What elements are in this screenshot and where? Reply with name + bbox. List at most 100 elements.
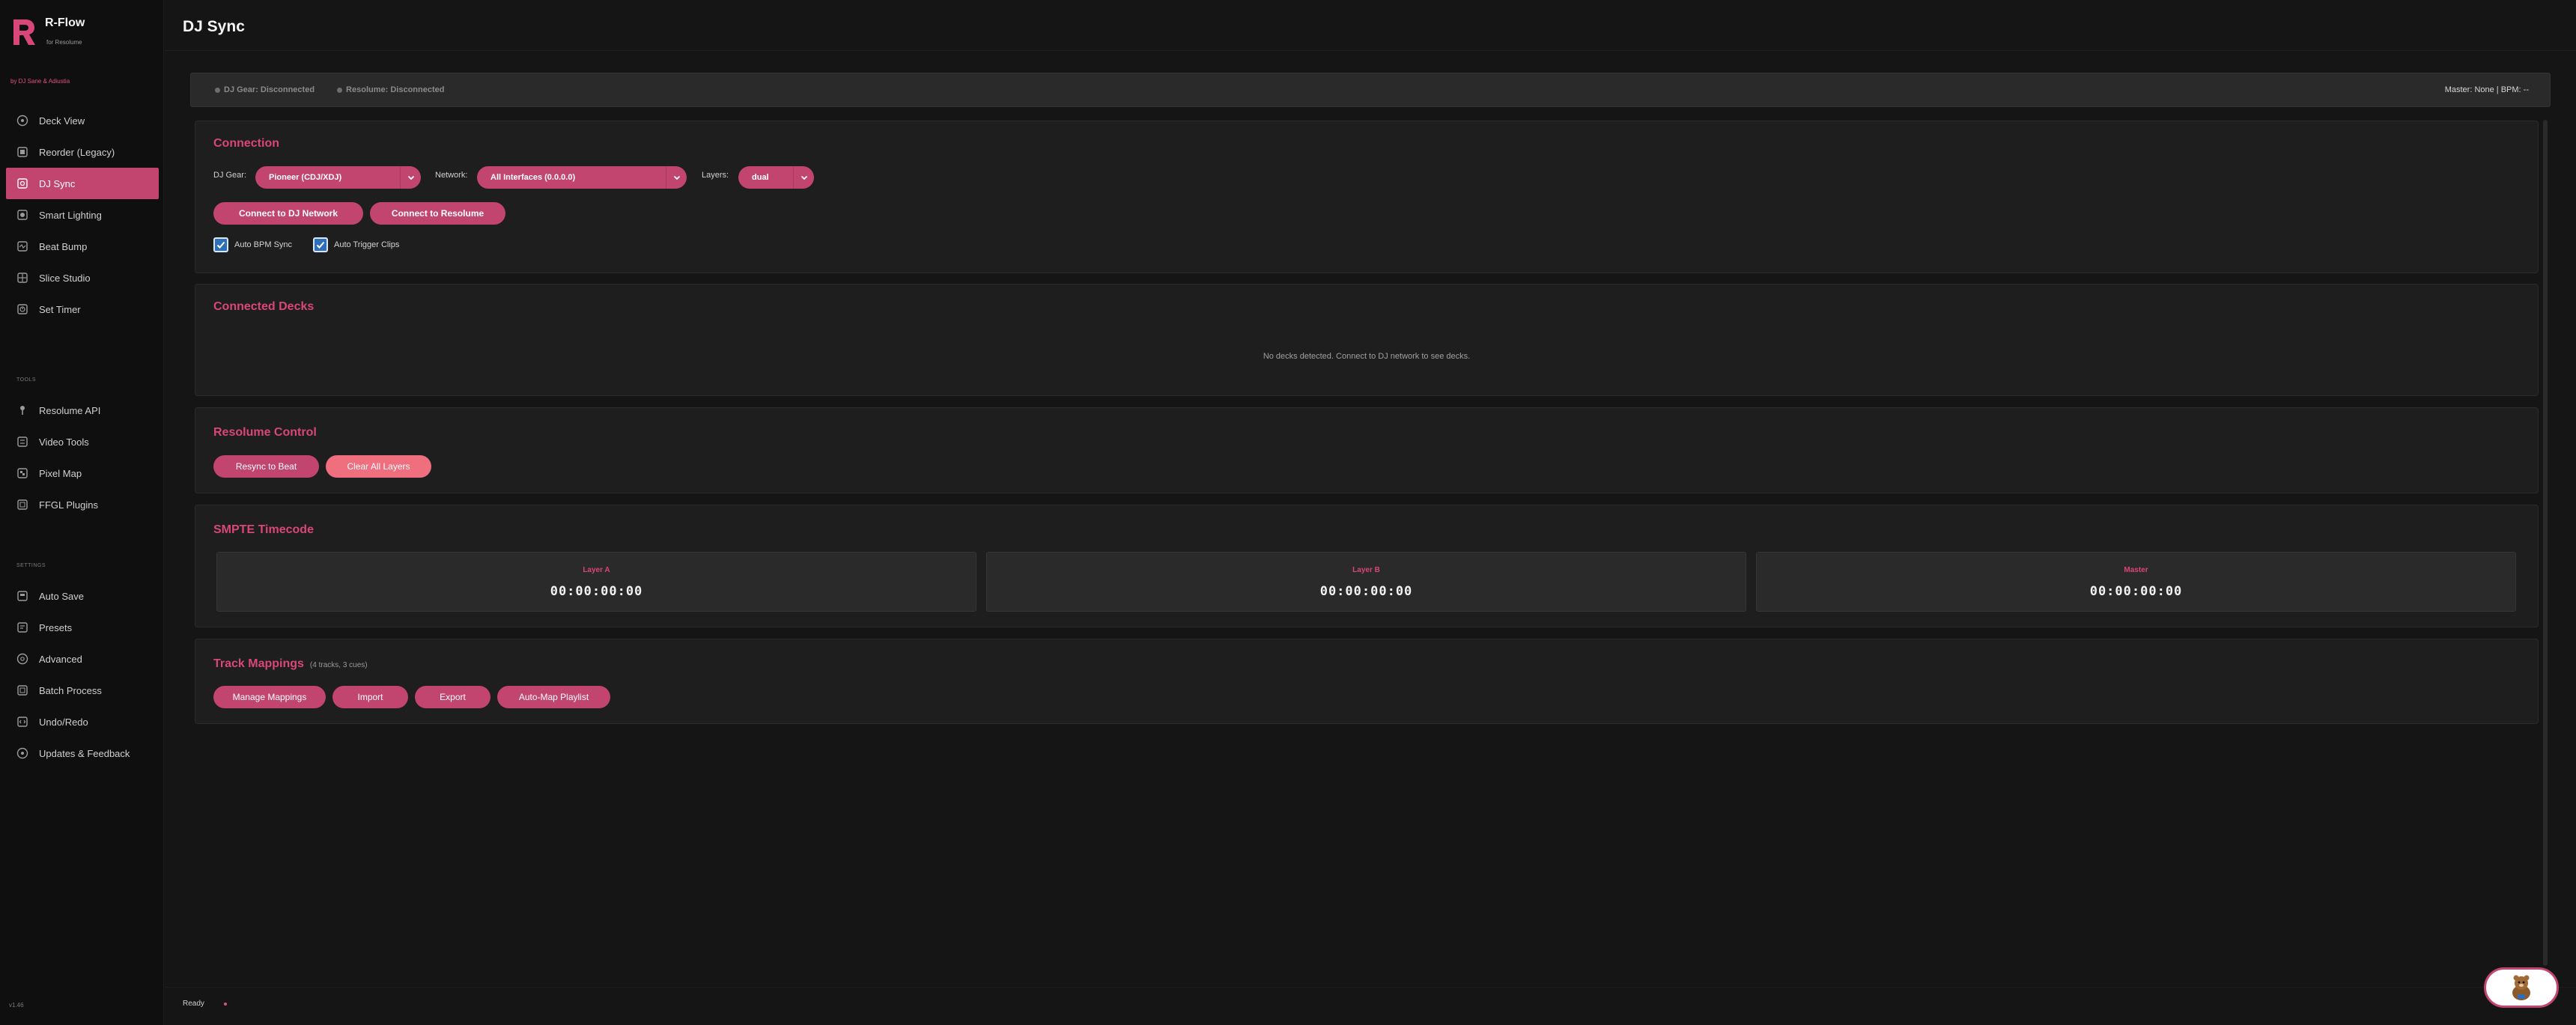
import-button[interactable]: Import [332,686,408,708]
sidebar-item-deck-view[interactable]: Deck View [6,105,159,136]
r-flow-logo [10,15,37,48]
tools-section-label: TOOLS [16,377,37,383]
sidebar-item-beat-bump[interactable]: Beat Bump [6,231,159,262]
network-label: Network: [435,171,468,180]
master-bpm-info: Master: None | BPM: -- [2444,85,2529,94]
slice-studio-icon [16,272,28,284]
sidebar-item-label: Smart Lighting [39,209,102,221]
sidebar-item-reorder[interactable]: Reorder (Legacy) [6,136,159,168]
connection-status-bar: DJ Gear: Disconnected Resolume: Disconne… [190,73,2551,107]
resolume-status: Resolume: Disconnected [337,85,444,94]
brand-byline: by DJ Sane & Adiustia [10,78,70,85]
beat-bump-icon [16,240,28,252]
layers-selected-value: dual [752,173,769,182]
timecode-value: 00:00:00:00 [1319,584,1413,599]
track-mappings-title: Track Mappings [213,657,304,670]
set-timer-icon [16,303,28,315]
dj-gear-status: DJ Gear: Disconnected [215,85,315,94]
layer-a-timecode: Layer A 00:00:00:00 [216,552,976,612]
updates-feedback-icon [16,747,28,759]
sidebar-item-smart-lighting[interactable]: Smart Lighting [6,199,159,231]
resolume-status-text: Resolume: Disconnected [346,85,445,94]
dj-sync-icon [16,177,28,189]
timecode-value: 00:00:00:00 [2089,584,2183,599]
auto-save-icon [16,590,28,602]
advanced-icon [16,653,28,665]
checkmark-icon [213,237,228,252]
mascot-icon [2512,975,2530,1000]
settings-nav: Auto Save Presets Advanced Batch Process… [6,580,159,769]
timecode-label: Master [2124,566,2148,574]
sidebar-item-label: Undo/Redo [39,716,88,728]
sidebar-item-label: Slice Studio [39,272,91,284]
resync-to-beat-button[interactable]: Resync to Beat [213,455,319,478]
sidebar-item-video-tools[interactable]: Video Tools [6,426,159,457]
sidebar-item-ffgl-plugins[interactable]: FFGL Plugins [6,489,159,520]
settings-section-label: SETTINGS [16,563,46,568]
sidebar-item-batch-process[interactable]: Batch Process [6,675,159,706]
chevron-down-icon [793,166,814,189]
auto-trigger-clips-checkbox[interactable]: Auto Trigger Clips [313,237,399,252]
pixel-map-icon [16,467,28,479]
dj-gear-selected-value: Pioneer (CDJ/XDJ) [269,173,342,182]
dj-gear-status-text: DJ Gear: Disconnected [224,85,315,94]
sidebar-item-resolume-api[interactable]: Resolume API [6,395,159,426]
ffgl-plugins-icon [16,499,28,511]
sidebar-item-pixel-map[interactable]: Pixel Map [6,457,159,489]
sidebar-item-updates-feedback[interactable]: Updates & Feedback [6,737,159,769]
sidebar-item-label: Presets [39,621,73,633]
sidebar-item-label: Batch Process [39,684,102,696]
auto-map-playlist-button[interactable]: Auto-Map Playlist [497,686,610,708]
layers-select[interactable]: dual [738,166,814,189]
status-footer: Ready [165,987,2576,1025]
sidebar-item-auto-save[interactable]: Auto Save [6,580,159,612]
sidebar-item-label: Auto Save [39,590,84,602]
brand-subtitle: for Resolume [46,39,82,46]
main-scrollbar[interactable] [2543,120,2548,966]
connected-decks-panel: Connected Decks No decks detected. Conne… [195,284,2539,396]
connection-panel: Connection DJ Gear: Pioneer (CDJ/XDJ) Ne… [195,121,2539,273]
chevron-down-icon [666,166,687,189]
sidebar-item-advanced[interactable]: Advanced [6,643,159,675]
checkmark-icon [313,237,328,252]
no-decks-message: No decks detected. Connect to DJ network… [1263,352,1471,361]
sidebar-item-label: Resolume API [39,404,101,416]
sidebar-item-set-timer[interactable]: Set Timer [6,293,159,325]
connect-resolume-button[interactable]: Connect to Resolume [370,202,505,225]
chevron-down-icon [400,166,421,189]
track-mappings-count: (4 tracks, 3 cues) [309,661,368,669]
resolume-api-icon [16,404,28,416]
sidebar-item-label: Pixel Map [39,467,82,479]
sidebar-item-dj-sync[interactable]: DJ Sync [6,168,159,199]
deck-view-icon [16,115,28,127]
connected-decks-title: Connected Decks [213,300,315,313]
sidebar-item-label: Beat Bump [39,240,88,252]
sidebar-item-label: DJ Sync [39,177,76,189]
status-dot-icon [337,87,343,93]
feedback-mascot-button[interactable] [2484,967,2559,1008]
auto-bpm-sync-checkbox[interactable]: Auto BPM Sync [213,237,292,252]
sidebar-item-label: Deck View [39,115,85,127]
connect-dj-network-button[interactable]: Connect to DJ Network [213,202,363,225]
brand: R-Flow for Resolume [10,15,85,48]
dj-gear-select[interactable]: Pioneer (CDJ/XDJ) [255,166,421,189]
sidebar-item-label: Advanced [39,653,82,665]
brand-title: R-Flow [45,16,85,29]
footer-divider [165,987,2576,988]
timecode-label: Layer A [583,566,610,574]
clear-all-layers-button[interactable]: Clear All Layers [326,455,431,478]
network-selected-value: All Interfaces (0.0.0.0) [490,173,576,182]
smpte-timecode-title: SMPTE Timecode [213,523,314,536]
export-button[interactable]: Export [415,686,490,708]
undo-redo-icon [16,716,28,728]
main-nav: Deck View Reorder (Legacy) DJ Sync Smart… [6,105,159,325]
sidebar-item-undo-redo[interactable]: Undo/Redo [6,706,159,737]
sidebar-item-presets[interactable]: Presets [6,612,159,643]
sidebar-item-label: FFGL Plugins [39,499,98,511]
manage-mappings-button[interactable]: Manage Mappings [213,686,326,708]
sidebar-item-slice-studio[interactable]: Slice Studio [6,262,159,293]
tools-nav: Resolume API Video Tools Pixel Map FFGL … [6,395,159,520]
timecode-value: 00:00:00:00 [550,584,643,599]
timecode-label: Layer B [1352,566,1380,574]
network-select[interactable]: All Interfaces (0.0.0.0) [477,166,687,189]
